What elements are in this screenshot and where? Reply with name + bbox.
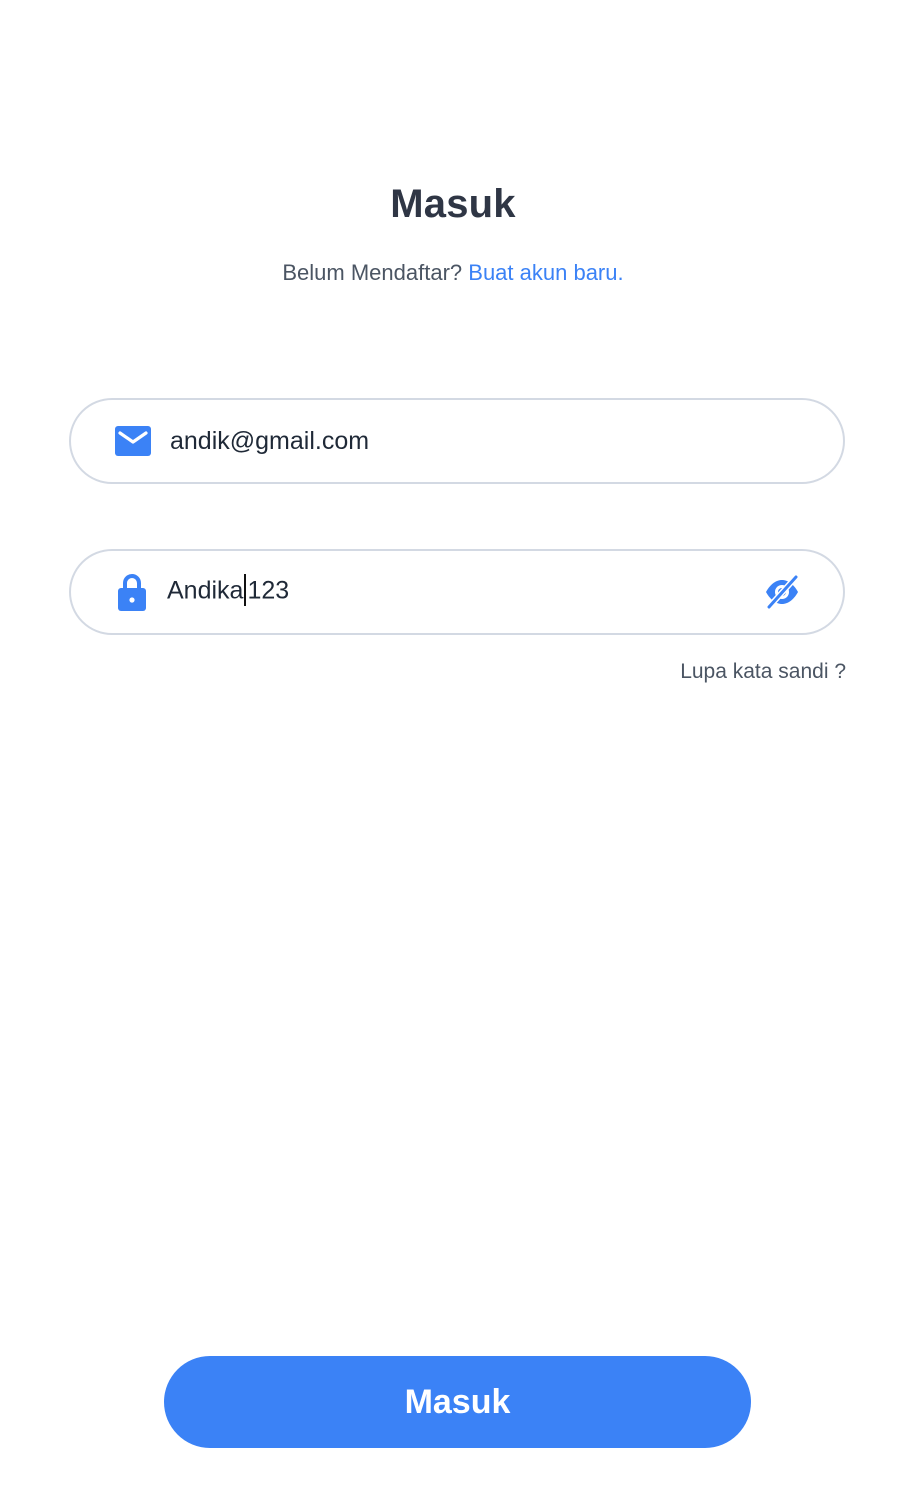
lock-icon bbox=[117, 572, 147, 612]
register-prompt: Belum Mendaftar? Buat akun baru. bbox=[0, 260, 906, 286]
page-title: Masuk bbox=[390, 182, 516, 226]
register-link[interactable]: Buat akun baru. bbox=[468, 260, 623, 285]
password-text-after: 123 bbox=[247, 576, 290, 605]
password-field[interactable]: Andika 123 bbox=[69, 549, 845, 635]
password-value: Andika 123 bbox=[167, 574, 290, 608]
email-field[interactable]: andik@gmail.com bbox=[69, 398, 845, 484]
password-text-before: Andika bbox=[167, 576, 244, 605]
forgot-password-link[interactable]: Lupa kata sandi ? bbox=[680, 660, 846, 684]
mail-icon bbox=[115, 423, 151, 459]
login-button[interactable]: Masuk bbox=[164, 1356, 751, 1448]
eye-off-icon[interactable] bbox=[763, 573, 801, 611]
register-prompt-text: Belum Mendaftar? bbox=[282, 260, 463, 285]
email-value: andik@gmail.com bbox=[170, 426, 370, 455]
text-caret bbox=[244, 574, 247, 606]
